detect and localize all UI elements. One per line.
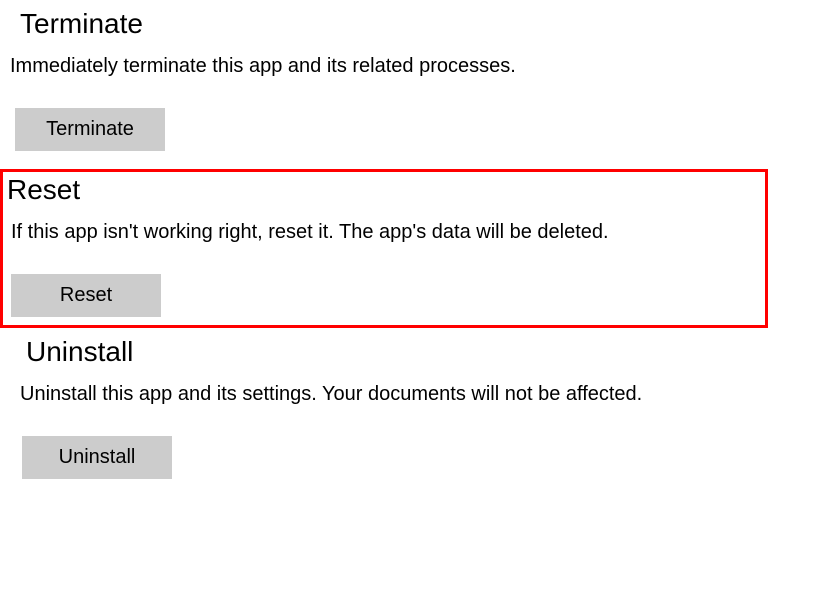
terminate-description: Immediately terminate this app and its r… xyxy=(10,52,808,80)
reset-heading: Reset xyxy=(3,174,765,206)
uninstall-section: Uninstall Uninstall this app and its set… xyxy=(0,336,818,497)
uninstall-button[interactable]: Uninstall xyxy=(22,436,172,479)
terminate-heading: Terminate xyxy=(10,8,808,40)
uninstall-description: Uninstall this app and its settings. You… xyxy=(10,380,808,408)
terminate-button[interactable]: Terminate xyxy=(15,108,165,151)
reset-description: If this app isn't working right, reset i… xyxy=(3,218,765,246)
reset-button[interactable]: Reset xyxy=(11,274,161,317)
terminate-section: Terminate Immediately terminate this app… xyxy=(0,8,818,169)
reset-highlight-box: Reset If this app isn't working right, r… xyxy=(0,169,768,328)
uninstall-heading: Uninstall xyxy=(10,336,808,368)
